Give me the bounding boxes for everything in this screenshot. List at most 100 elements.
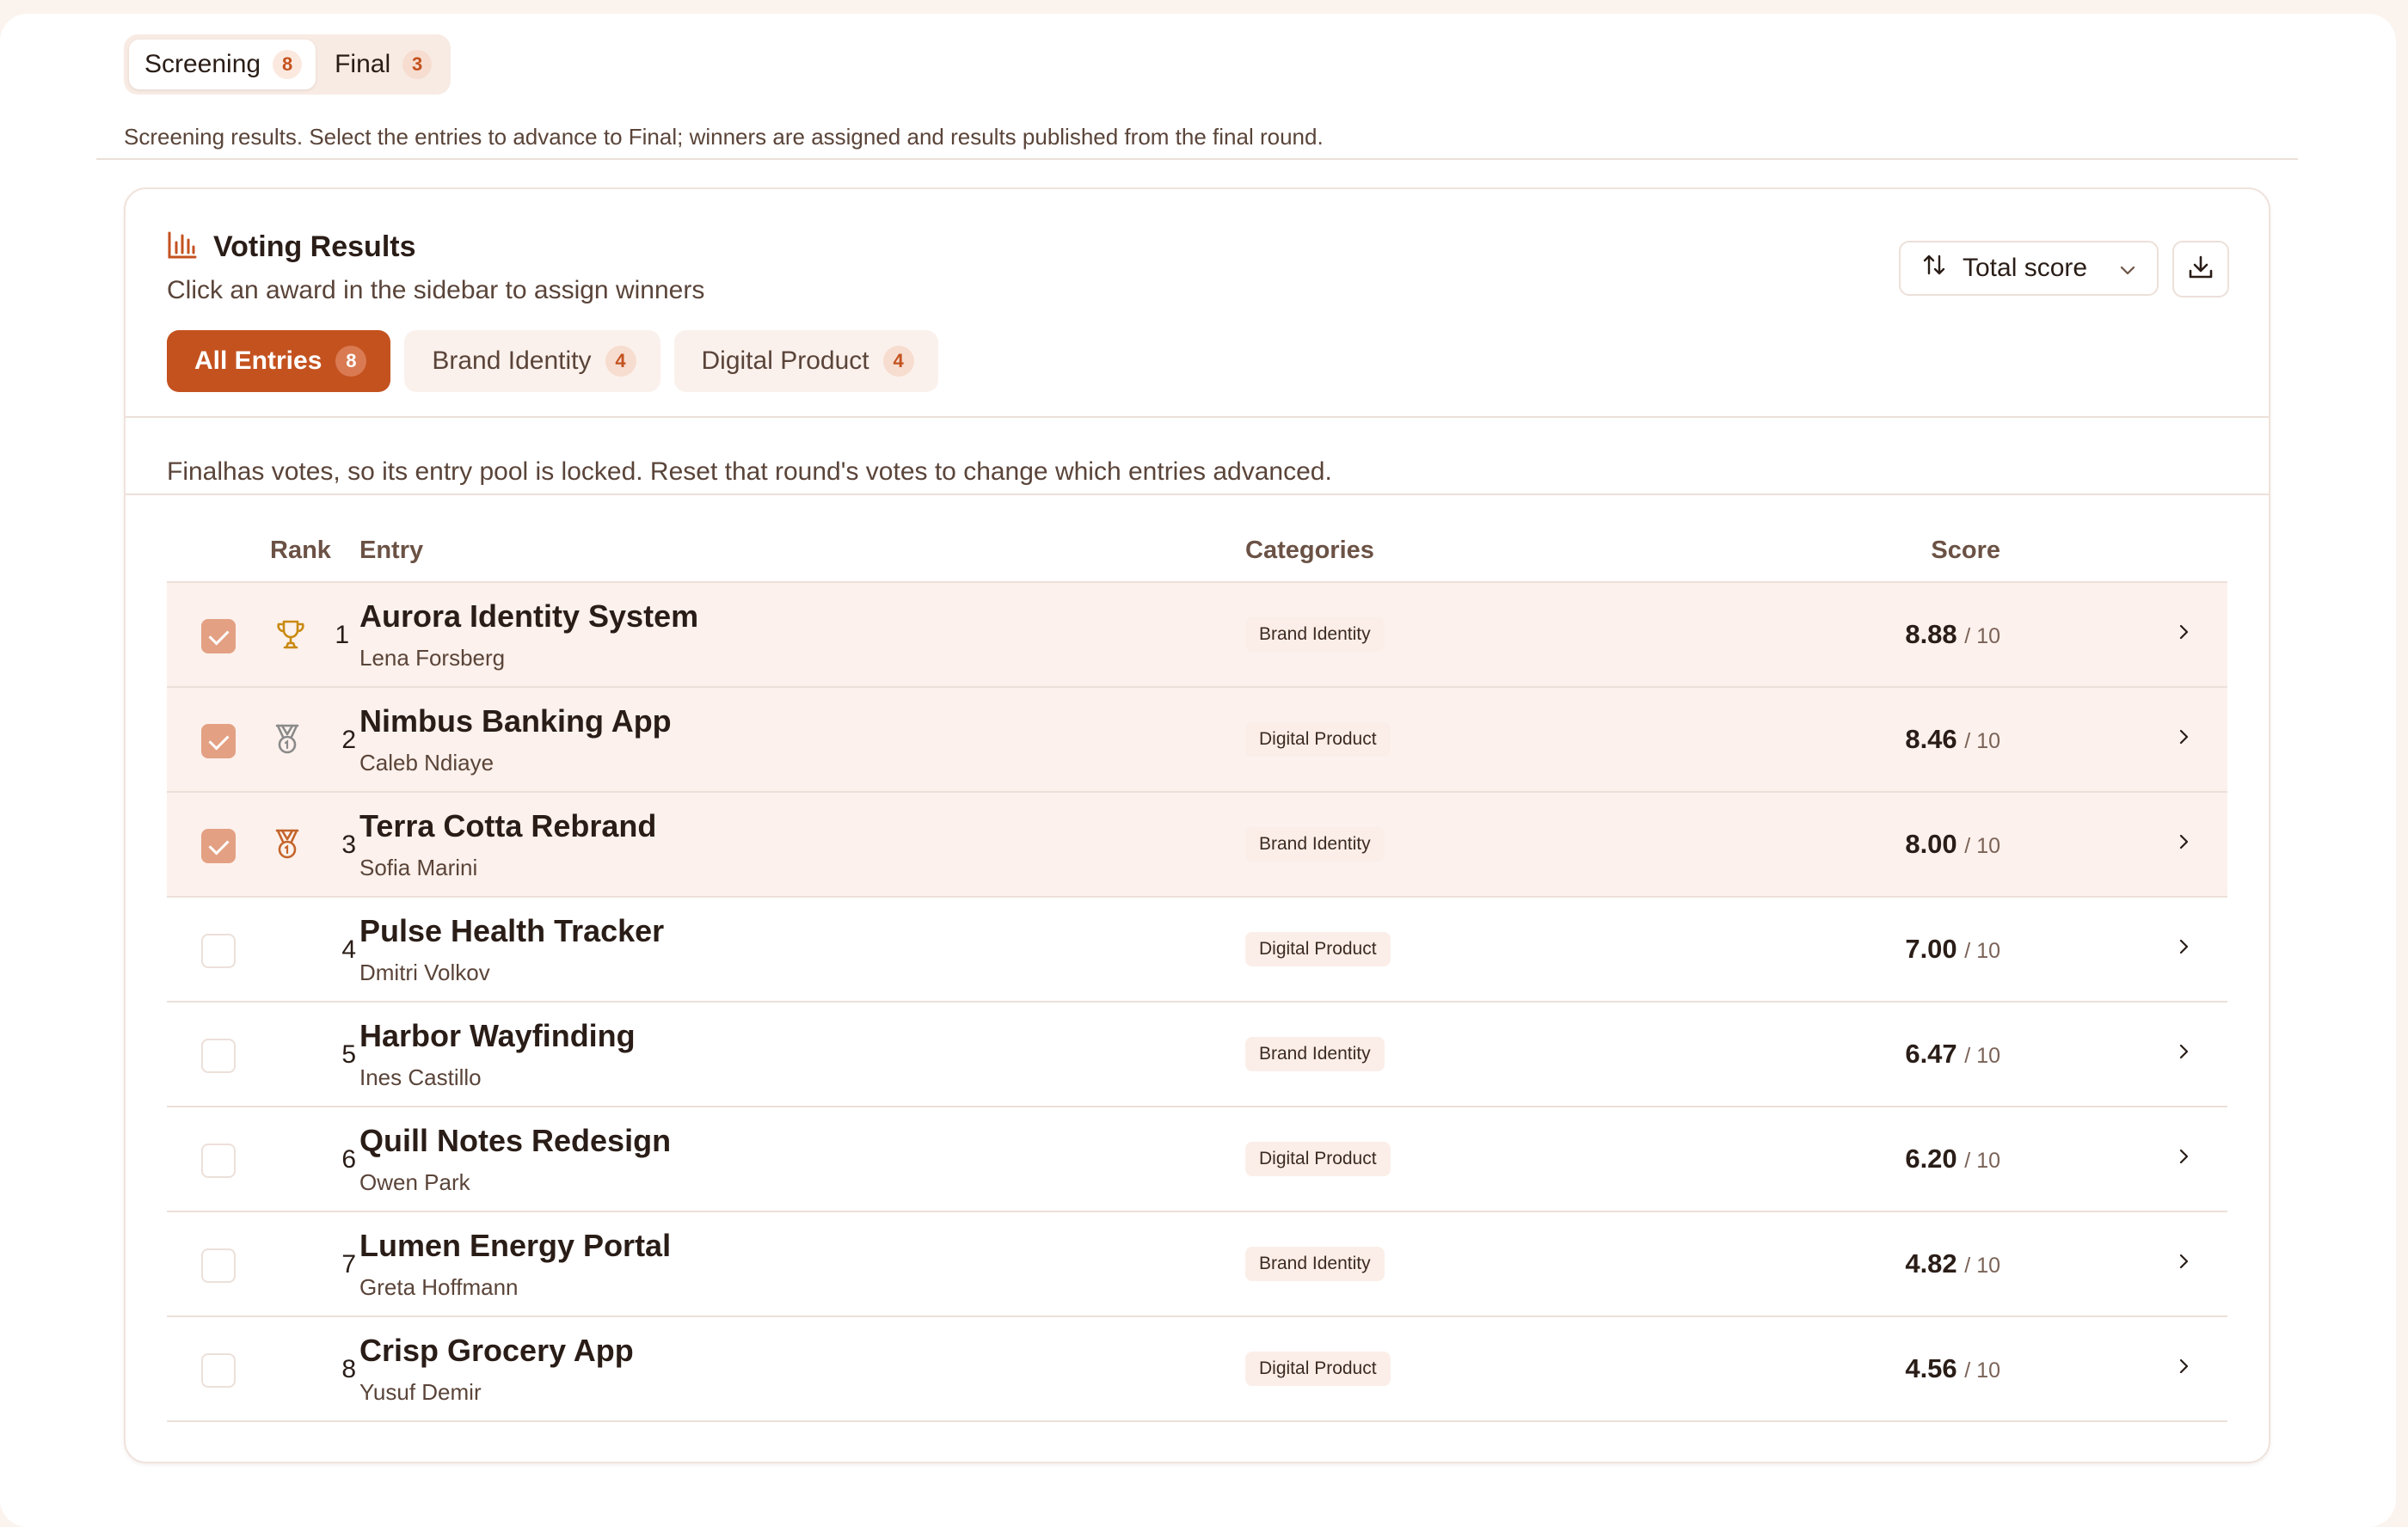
tab-count: 3 — [402, 50, 433, 79]
entry-author: Sofia Marini — [359, 855, 478, 880]
entry-title: Quill Notes Redesign — [359, 1123, 672, 1158]
chevron-down-icon — [2117, 258, 2138, 287]
entry-title: Pulse Health Tracker — [359, 913, 665, 948]
sort-icon — [1921, 252, 1947, 285]
table-row[interactable]: 2 Nimbus Banking App Caleb Ndiaye Digita… — [167, 688, 2227, 793]
table-row[interactable]: 4 Pulse Health Tracker Dmitri Volkov Dig… — [167, 898, 2227, 1003]
round-description: Screening results. Select the entries to… — [124, 124, 1324, 150]
header-entry: Entry — [359, 537, 424, 564]
tab-label: Final — [335, 50, 391, 78]
lock-notice: Finalhas votes, so its entry pool is loc… — [167, 457, 1332, 486]
entry-author: Greta Hoffmann — [359, 1274, 519, 1300]
row-checkbox[interactable] — [201, 1039, 236, 1073]
table-header: Rank Entry Categories Score — [167, 514, 2227, 583]
entry-title: Aurora Identity System — [359, 598, 699, 634]
chevron-right-icon[interactable] — [2174, 727, 2193, 751]
row-checkbox[interactable] — [201, 1144, 236, 1178]
entry-author: Yusuf Demir — [359, 1379, 482, 1405]
trophy-icon — [273, 617, 308, 656]
row-checkbox[interactable] — [201, 1248, 236, 1283]
tab-digital-product[interactable]: Digital Product 4 — [673, 330, 938, 392]
entry-score: 6.20 / 10 — [1905, 1144, 2000, 1174]
category-badge: Brand Identity — [1245, 617, 1385, 652]
sort-select[interactable]: Total score — [1899, 241, 2159, 296]
score-denominator: / 10 — [1964, 1149, 2000, 1173]
score-value: 4.56 — [1905, 1353, 1957, 1383]
category-badge: Digital Product — [1245, 932, 1391, 966]
row-rank: 8 — [341, 1355, 356, 1383]
divider — [96, 158, 2298, 160]
table-row[interactable]: 6 Quill Notes Redesign Owen Park Digital… — [167, 1107, 2227, 1212]
sort-label: Total score — [1963, 254, 2088, 282]
category-badge: Brand Identity — [1245, 1247, 1385, 1281]
silver-medal-icon — [270, 722, 304, 761]
score-denominator: / 10 — [1964, 1044, 2000, 1068]
table-row[interactable]: 5 Harbor Wayfinding Ines Castillo Brand … — [167, 1003, 2227, 1107]
divider — [126, 494, 2269, 495]
score-denominator: / 10 — [1964, 939, 2000, 963]
entry-author: Ines Castillo — [359, 1064, 482, 1090]
divider — [126, 416, 2269, 418]
header-rank: Rank — [270, 537, 331, 564]
entry-score: 8.88 / 10 — [1905, 619, 2000, 650]
row-checkbox[interactable] — [201, 724, 236, 758]
tab-brand-identity[interactable]: Brand Identity 4 — [404, 330, 660, 392]
chevron-right-icon[interactable] — [2174, 1147, 2193, 1170]
chevron-right-icon[interactable] — [2174, 1252, 2193, 1275]
category-badge: Digital Product — [1245, 722, 1391, 757]
score-value: 8.88 — [1905, 619, 1957, 649]
header-score: Score — [1931, 537, 2000, 564]
tab-final[interactable]: Final 3 — [319, 40, 445, 89]
score-denominator: / 10 — [1964, 1254, 2000, 1278]
tab-count: 8 — [335, 346, 367, 377]
entry-title: Terra Cotta Rebrand — [359, 808, 657, 843]
category-badge: Brand Identity — [1245, 827, 1385, 862]
entry-score: 4.82 / 10 — [1905, 1248, 2000, 1279]
tab-screening[interactable]: Screening 8 — [129, 40, 316, 89]
row-checkbox[interactable] — [201, 1353, 236, 1388]
chevron-right-icon[interactable] — [2174, 1042, 2193, 1065]
header-categories: Categories — [1245, 537, 1374, 564]
row-checkbox[interactable] — [201, 619, 236, 653]
row-rank: 5 — [341, 1040, 356, 1069]
table-row[interactable]: 8 Crisp Grocery App Yusuf Demir Digital … — [167, 1317, 2227, 1422]
score-value: 7.00 — [1905, 934, 1957, 964]
chevron-right-icon[interactable] — [2174, 832, 2193, 855]
row-rank: 3 — [341, 831, 356, 859]
category-tabs: All Entries 8 Brand Identity 4 Digital P… — [167, 330, 938, 392]
row-rank: 7 — [341, 1250, 356, 1279]
tab-all-entries[interactable]: All Entries 8 — [167, 330, 391, 392]
download-button[interactable] — [2172, 241, 2229, 297]
chevron-right-icon[interactable] — [2174, 937, 2193, 960]
row-checkbox[interactable] — [201, 829, 236, 863]
row-checkbox[interactable] — [201, 934, 236, 968]
tab-label: All Entries — [194, 346, 322, 375]
table-row[interactable]: 3 Terra Cotta Rebrand Sofia Marini Brand… — [167, 793, 2227, 898]
card-title: Voting Results — [213, 230, 416, 263]
score-value: 4.82 — [1905, 1248, 1957, 1279]
entry-author: Dmitri Volkov — [359, 960, 490, 985]
score-denominator: / 10 — [1964, 729, 2000, 753]
bar-chart-icon — [167, 230, 198, 264]
chevron-right-icon[interactable] — [2174, 1357, 2193, 1380]
entry-score: 8.00 / 10 — [1905, 829, 2000, 860]
entry-author: Caleb Ndiaye — [359, 750, 494, 776]
tab-count: 4 — [605, 346, 636, 377]
entry-title: Nimbus Banking App — [359, 703, 672, 739]
table-row[interactable]: 1 Aurora Identity System Lena Forsberg B… — [167, 583, 2227, 688]
entry-score: 8.46 / 10 — [1905, 724, 2000, 755]
score-denominator: / 10 — [1964, 1358, 2000, 1383]
bronze-medal-icon — [270, 827, 304, 866]
score-denominator: / 10 — [1964, 624, 2000, 648]
score-value: 6.47 — [1905, 1039, 1957, 1069]
entry-title: Harbor Wayfinding — [359, 1018, 636, 1053]
entry-title: Lumen Energy Portal — [359, 1228, 672, 1263]
score-value: 6.20 — [1905, 1144, 1957, 1174]
entry-author: Lena Forsberg — [359, 645, 506, 671]
tab-label: Digital Product — [701, 346, 869, 375]
category-badge: Brand Identity — [1245, 1037, 1385, 1071]
chevron-right-icon[interactable] — [2174, 622, 2193, 646]
entry-author: Owen Park — [359, 1169, 470, 1195]
table-row[interactable]: 7 Lumen Energy Portal Greta Hoffmann Bra… — [167, 1212, 2227, 1317]
round-tabs: Screening 8 Final 3 — [124, 34, 452, 95]
